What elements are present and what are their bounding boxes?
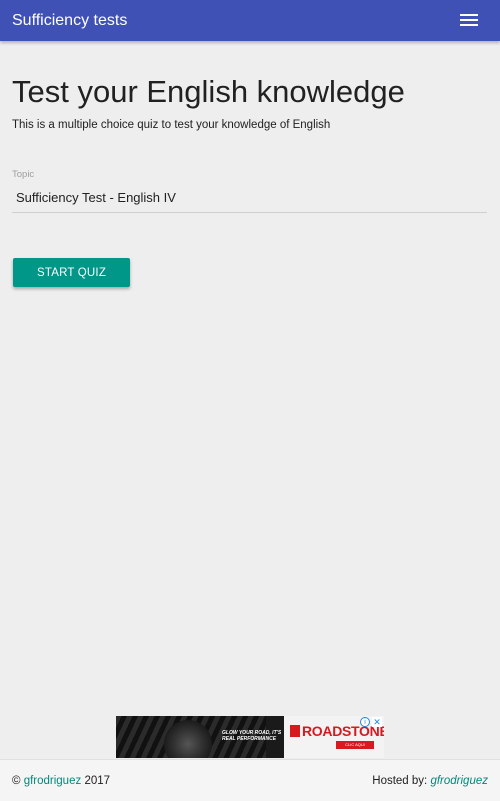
copyright-symbol: © — [12, 775, 21, 787]
ad-cta-button[interactable]: CLIC AQUI — [336, 741, 374, 749]
menu-line — [460, 24, 478, 26]
hosted-by-label: Hosted by: — [372, 775, 428, 787]
app-title: Sufficiency tests — [12, 12, 128, 29]
topic-label: Topic — [12, 169, 35, 180]
topic-select[interactable]: Sufficiency Test - English IV — [12, 186, 487, 213]
ad-banner[interactable]: GLOW YOUR ROAD, IT'S REAL PERFORMANCE RO… — [116, 716, 384, 758]
topic-selected-value: Sufficiency Test - English IV — [16, 190, 176, 205]
info-icon[interactable]: i — [360, 717, 370, 727]
hamburger-menu-icon[interactable] — [460, 13, 480, 28]
copyright-year: 2017 — [84, 775, 111, 787]
menu-line — [460, 19, 478, 21]
page-description: This is a multiple choice quiz to test y… — [12, 119, 331, 131]
footer-hosted-by: Hosted by: gfrodriguez — [372, 774, 488, 788]
menu-line — [460, 14, 478, 16]
author-link[interactable]: gfrodriguez — [24, 775, 82, 787]
close-icon[interactable]: ✕ — [372, 717, 382, 727]
ad-brand-logo-icon — [290, 725, 300, 737]
start-quiz-button[interactable]: START QUIZ — [13, 258, 130, 287]
host-link[interactable]: gfrodriguez — [430, 775, 488, 787]
page-title: Test your English knowledge — [12, 74, 405, 109]
footer-copyright: © gfrodriguez 2017 — [12, 774, 110, 788]
page-footer: © gfrodriguez 2017 Hosted by: gfrodrigue… — [0, 759, 500, 801]
ad-slogan: GLOW YOUR ROAD, IT'S REAL PERFORMANCE — [222, 730, 282, 742]
top-app-bar: Sufficiency tests — [0, 0, 500, 41]
